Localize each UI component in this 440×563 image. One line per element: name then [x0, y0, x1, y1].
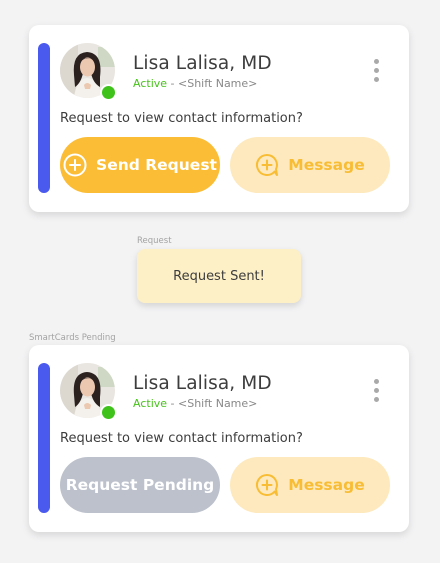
- status-line: Active - <Shift Name>: [133, 397, 257, 410]
- message-label: Message: [288, 156, 365, 174]
- message-button[interactable]: Message: [230, 137, 390, 193]
- shift-name: <Shift Name>: [178, 77, 258, 90]
- kebab-menu-icon[interactable]: [370, 59, 382, 83]
- request-pending-button[interactable]: Request Pending: [60, 457, 220, 513]
- request-prompt: Request to view contact information?: [60, 111, 303, 126]
- status-line: Active - <Shift Name>: [133, 77, 257, 90]
- chat-plus-icon: [255, 153, 279, 177]
- accent-bar: [38, 43, 50, 193]
- contact-name: Lisa Lalisa, MD: [133, 53, 272, 74]
- online-status-icon: [100, 404, 117, 421]
- message-button[interactable]: Message: [230, 457, 390, 513]
- status-separator: -: [167, 397, 178, 410]
- request-sent-toast: Request Sent!: [137, 249, 301, 303]
- chat-plus-icon: [255, 473, 279, 497]
- contact-card: Lisa Lalisa, MD Active - <Shift Name> Re…: [29, 25, 409, 212]
- send-request-button[interactable]: Send Request: [60, 137, 220, 193]
- plus-circle-icon: [63, 153, 87, 177]
- shift-name: <Shift Name>: [178, 397, 258, 410]
- status-active: Active: [133, 77, 168, 90]
- pending-section-label: SmartCards Pending: [29, 333, 116, 343]
- request-pending-label: Request Pending: [65, 476, 215, 494]
- kebab-menu-icon[interactable]: [370, 379, 382, 403]
- contact-card-pending: Lisa Lalisa, MD Active - <Shift Name> Re…: [29, 345, 409, 532]
- accent-bar: [38, 363, 50, 513]
- status-active: Active: [133, 397, 168, 410]
- send-request-label: Send Request: [96, 156, 217, 174]
- request-prompt: Request to view contact information?: [60, 431, 303, 446]
- online-status-icon: [100, 84, 117, 101]
- contact-name: Lisa Lalisa, MD: [133, 373, 272, 394]
- message-label: Message: [288, 476, 365, 494]
- request-section-label: Request: [137, 236, 172, 246]
- status-separator: -: [167, 77, 178, 90]
- toast-message: Request Sent!: [173, 268, 265, 284]
